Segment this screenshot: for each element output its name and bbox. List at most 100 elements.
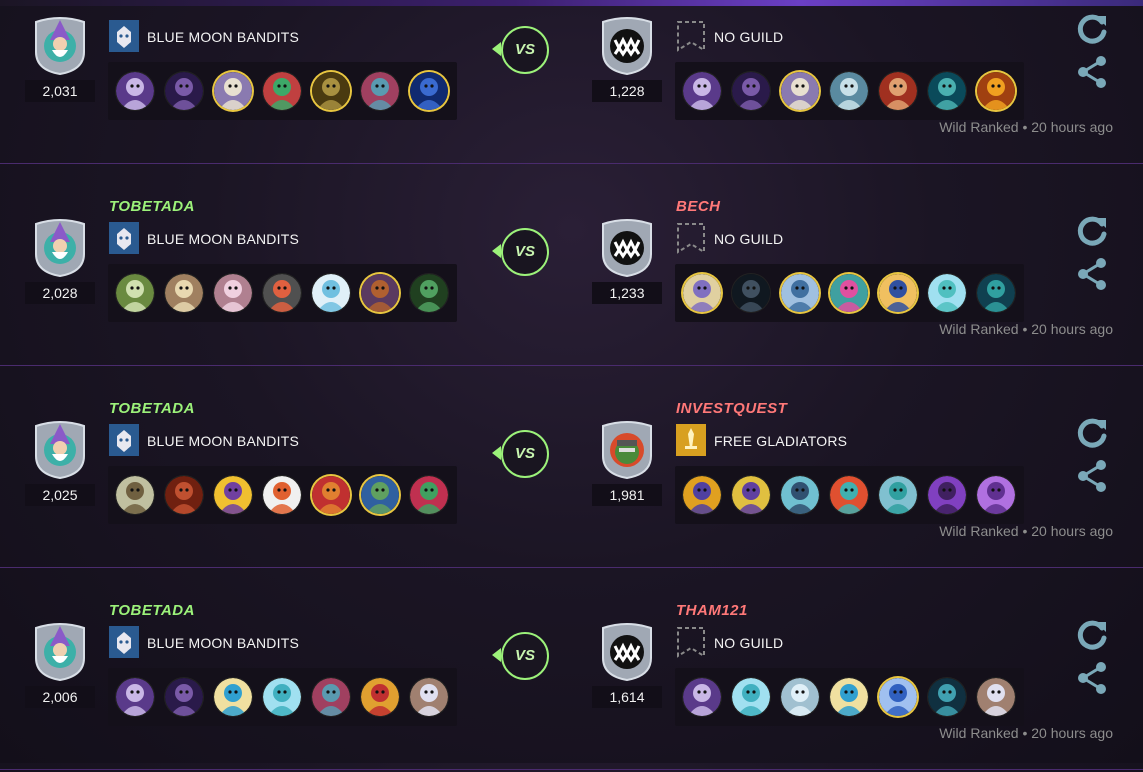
team-card[interactable] [214, 678, 252, 716]
team-card[interactable] [977, 72, 1015, 110]
team-card[interactable] [263, 678, 301, 716]
orc-shield-icon [595, 416, 659, 480]
team-card[interactable] [732, 476, 770, 514]
team-card[interactable] [410, 678, 448, 716]
guild-name[interactable]: FREE GLADIATORS [714, 433, 847, 449]
team-card[interactable] [116, 476, 154, 514]
guild-banner-icon [109, 626, 139, 658]
team-card[interactable] [928, 72, 966, 110]
guild-name[interactable]: NO GUILD [714, 29, 783, 45]
player-rating: 1,233 [592, 282, 662, 304]
player-name[interactable]: BECH [676, 198, 721, 215]
team-card[interactable] [879, 274, 917, 312]
team-card[interactable] [312, 72, 350, 110]
team-card[interactable] [361, 72, 399, 110]
team-card[interactable] [165, 72, 203, 110]
player-name[interactable]: TOBETADA [109, 198, 195, 215]
player-name[interactable]: TOBETADA [109, 602, 195, 619]
team-card[interactable] [977, 476, 1015, 514]
guild-banner-icon [109, 424, 139, 456]
team-card[interactable] [830, 72, 868, 110]
team-card[interactable] [116, 274, 154, 312]
left-player: 2,031 BLUE MOON BANDITS [25, 12, 475, 152]
team-card[interactable] [312, 274, 350, 312]
team-card[interactable] [214, 274, 252, 312]
team-card[interactable] [214, 72, 252, 110]
team-card[interactable] [879, 72, 917, 110]
team-card[interactable] [683, 72, 721, 110]
team-card[interactable] [977, 274, 1015, 312]
team-card[interactable] [732, 678, 770, 716]
wizard-shield-icon [28, 618, 92, 682]
monster-mouth-shield-icon [595, 618, 659, 682]
player-rating: 1,614 [592, 686, 662, 708]
battle-row: 2,028 TOBETADA BLUE MOON BANDITS 1,233 B… [0, 166, 1143, 368]
team-card[interactable] [312, 476, 350, 514]
refresh-icon[interactable] [1074, 12, 1110, 48]
team-card[interactable] [116, 72, 154, 110]
team-card[interactable] [312, 678, 350, 716]
battle-meta: Wild Ranked • 20 hours ago [939, 321, 1113, 337]
player-rating: 1,228 [592, 80, 662, 102]
team-card[interactable] [263, 476, 301, 514]
team-card[interactable] [928, 274, 966, 312]
share-icon[interactable] [1074, 256, 1110, 292]
guild-name[interactable]: NO GUILD [714, 635, 783, 651]
team-card[interactable] [410, 476, 448, 514]
team-card[interactable] [361, 274, 399, 312]
team-card[interactable] [928, 678, 966, 716]
team-card[interactable] [361, 476, 399, 514]
team-card[interactable] [410, 72, 448, 110]
battle-row: 2,025 TOBETADA BLUE MOON BANDITS 1,981 I… [0, 368, 1143, 570]
team-card[interactable] [879, 678, 917, 716]
guild-banner-icon [109, 222, 139, 254]
refresh-icon[interactable] [1074, 214, 1110, 250]
guild-name[interactable]: NO GUILD [714, 231, 783, 247]
guild-name[interactable]: BLUE MOON BANDITS [147, 231, 299, 247]
team-card[interactable] [781, 72, 819, 110]
team-card[interactable] [830, 476, 868, 514]
guild-name[interactable]: BLUE MOON BANDITS [147, 29, 299, 45]
guild-banner-icon [676, 626, 706, 658]
team-card[interactable] [977, 678, 1015, 716]
share-icon[interactable] [1074, 458, 1110, 494]
player-rating: 1,981 [592, 484, 662, 506]
team-card[interactable] [928, 476, 966, 514]
player-name[interactable]: TOBETADA [109, 400, 195, 417]
player-name[interactable]: THAM121 [676, 602, 748, 619]
guild-name[interactable]: BLUE MOON BANDITS [147, 433, 299, 449]
team-lineup [675, 62, 1024, 120]
team-card[interactable] [830, 274, 868, 312]
team-card[interactable] [165, 476, 203, 514]
team-card[interactable] [683, 476, 721, 514]
team-card[interactable] [361, 678, 399, 716]
team-card[interactable] [879, 476, 917, 514]
refresh-icon[interactable] [1074, 618, 1110, 654]
team-card[interactable] [683, 678, 721, 716]
team-card[interactable] [263, 72, 301, 110]
team-card[interactable] [165, 678, 203, 716]
team-card[interactable] [781, 678, 819, 716]
team-card[interactable] [116, 678, 154, 716]
guild-name[interactable]: BLUE MOON BANDITS [147, 635, 299, 651]
player-rating: 2,025 [25, 484, 95, 506]
battle-meta: Wild Ranked • 20 hours ago [939, 523, 1113, 539]
refresh-icon[interactable] [1074, 416, 1110, 452]
vs-badge: VS [501, 430, 549, 478]
player-name[interactable]: INVESTQUEST [676, 400, 787, 417]
team-card[interactable] [781, 274, 819, 312]
battle-meta: Wild Ranked • 20 hours ago [939, 725, 1113, 741]
team-card[interactable] [732, 274, 770, 312]
share-icon[interactable] [1074, 660, 1110, 696]
team-lineup [108, 466, 457, 524]
team-lineup [675, 466, 1024, 524]
team-card[interactable] [830, 678, 868, 716]
team-card[interactable] [410, 274, 448, 312]
team-card[interactable] [214, 476, 252, 514]
team-card[interactable] [732, 72, 770, 110]
share-icon[interactable] [1074, 54, 1110, 90]
team-card[interactable] [683, 274, 721, 312]
team-card[interactable] [263, 274, 301, 312]
team-card[interactable] [165, 274, 203, 312]
team-card[interactable] [781, 476, 819, 514]
